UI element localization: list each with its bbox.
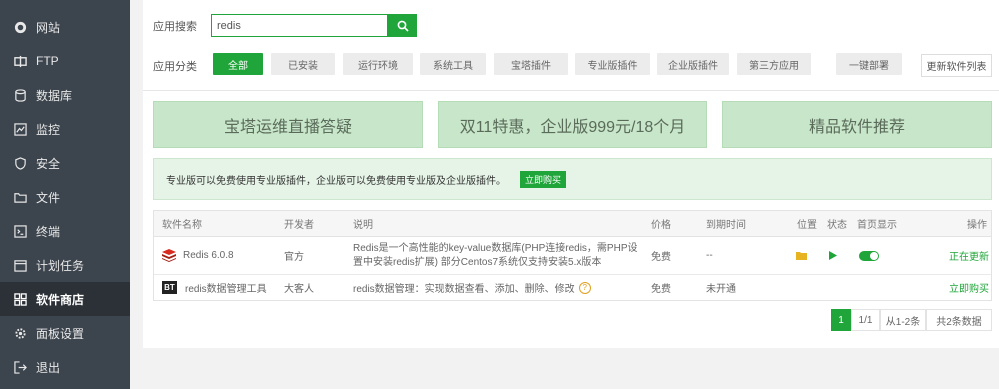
col-developer: 开发者	[284, 220, 314, 231]
buy-now-button[interactable]: 立即购买	[520, 170, 567, 188]
banner-live-qa[interactable]: 宝塔运维直播答疑	[153, 101, 423, 148]
sidebar-item-label: 面板设置	[36, 326, 85, 341]
software-name: Redis 6.0.8	[183, 250, 234, 261]
sidebar-item-label: 安全	[36, 156, 61, 171]
notice-text: 专业版可以免费使用专业版插件，企业版可以免费使用专业版及企业版插件。	[166, 175, 506, 187]
table-row: Redis 6.0.8 官方 Redis是一个高性能的key-value数据库(…	[154, 237, 991, 275]
software-developer: 官方	[284, 252, 304, 263]
monitor-icon	[13, 122, 27, 136]
sidebar-item-label: 退出	[36, 360, 61, 375]
pro-notice: 专业版可以免费使用专业版插件，企业版可以免费使用专业版及企业版插件。 立即购买	[153, 158, 992, 200]
software-developer: 大客人	[284, 284, 314, 295]
play-icon[interactable]	[829, 237, 837, 274]
col-name: 软件名称	[162, 220, 202, 231]
sidebar: 网站 FTP 数据库 监控 安全 文件 终端 计划任务 软件商店 面板设置 退出	[0, 0, 130, 389]
col-desc: 说明	[353, 220, 373, 231]
software-name: redis数据管理工具	[185, 284, 267, 295]
category-label: 应用分类	[153, 61, 197, 73]
sidebar-item-terminal[interactable]: 终端	[0, 214, 130, 248]
sidebar-item-label: 监控	[36, 122, 61, 137]
software-expire: 未开通	[706, 284, 736, 295]
sidebar-item-logout[interactable]: 退出	[0, 350, 130, 384]
divider	[143, 90, 999, 91]
col-expire: 到期时间	[706, 220, 746, 231]
sidebar-item-label: 数据库	[36, 88, 73, 103]
software-table: 软件名称 开发者 说明 价格 到期时间 位置 状态 首页显示 操作 Redis …	[153, 210, 992, 301]
sidebar-item-label: 文件	[36, 190, 61, 205]
category-enterprise-plugins[interactable]: 企业版插件	[657, 53, 729, 75]
table-header: 软件名称 开发者 说明 价格 到期时间 位置 状态 首页显示 操作	[154, 211, 991, 237]
search-label: 应用搜索	[153, 21, 197, 33]
col-location: 位置	[797, 220, 817, 231]
main-content: 应用搜索 应用分类 全部 已安装 运行环境 系统工具 宝塔插件 专业版插件 企业…	[143, 0, 999, 348]
category-installed[interactable]: 已安装	[271, 53, 335, 75]
sidebar-item-label: 计划任务	[36, 258, 85, 273]
update-software-list-button[interactable]: 更新软件列表	[921, 54, 992, 77]
sidebar-item-cron[interactable]: 计划任务	[0, 248, 130, 282]
software-expire: --	[706, 250, 713, 261]
folder-location-icon[interactable]	[796, 237, 807, 274]
globe-icon	[13, 20, 27, 34]
col-price: 价格	[651, 220, 671, 231]
sidebar-item-database[interactable]: 数据库	[0, 78, 130, 112]
sidebar-item-label: 终端	[36, 224, 61, 239]
col-operation: 操作	[967, 220, 987, 231]
software-price: 免费	[651, 252, 671, 263]
sidebar-item-ftp[interactable]: FTP	[0, 44, 130, 78]
software-price: 免费	[651, 284, 671, 295]
pagination-total: 共2条数据	[926, 309, 992, 331]
col-status: 状态	[827, 220, 847, 231]
banner-double11-promo[interactable]: 双11特惠，企业版999元/18个月	[438, 101, 707, 148]
terminal-icon	[13, 224, 27, 238]
table-row: BT redis数据管理工具 大客人 redis数据管理：实现数据查看、添加、删…	[154, 275, 991, 300]
search-input[interactable]	[211, 14, 388, 37]
software-desc: redis数据管理：实现数据查看、添加、删除、修改	[353, 284, 575, 295]
sidebar-item-settings[interactable]: 面板设置	[0, 316, 130, 350]
homepage-toggle[interactable]	[859, 250, 879, 261]
category-bt-plugins[interactable]: 宝塔插件	[494, 53, 568, 75]
category-system-tools[interactable]: 系统工具	[420, 53, 486, 75]
category-pro-plugins[interactable]: 专业版插件	[575, 53, 650, 75]
pagination-range: 从1-2条	[880, 309, 926, 331]
pagination-current-page[interactable]: 1	[831, 309, 851, 331]
category-runtime[interactable]: 运行环境	[343, 53, 413, 75]
redis-icon	[162, 249, 176, 262]
sidebar-item-label: 网站	[36, 20, 61, 35]
help-icon[interactable]: ?	[578, 281, 591, 294]
updating-link[interactable]: 正在更新	[949, 237, 989, 274]
calendar-icon	[13, 258, 27, 272]
pagination-page-info: 1/1	[851, 309, 880, 331]
sidebar-item-website[interactable]: 网站	[0, 10, 130, 44]
sidebar-item-monitor[interactable]: 监控	[0, 112, 130, 146]
sidebar-item-label: FTP	[36, 54, 59, 68]
category-all[interactable]: 全部	[213, 53, 263, 75]
category-one-click-deploy[interactable]: 一键部署	[836, 53, 902, 75]
search-button[interactable]	[388, 14, 417, 37]
banner-featured-software[interactable]: 精品软件推荐	[722, 101, 992, 148]
shield-icon	[13, 156, 27, 170]
category-third-party[interactable]: 第三方应用	[737, 53, 811, 75]
search-icon	[397, 20, 409, 32]
gear-icon	[13, 326, 27, 340]
sidebar-item-label: 软件商店	[36, 292, 85, 307]
buy-now-link[interactable]: 立即购买	[949, 275, 989, 300]
sidebar-item-store[interactable]: 软件商店	[0, 282, 130, 316]
sidebar-item-security[interactable]: 安全	[0, 146, 130, 180]
folder-icon	[13, 190, 27, 204]
bt-logo-icon: BT	[162, 281, 177, 294]
ftp-icon	[13, 54, 27, 68]
database-icon	[13, 88, 27, 102]
software-desc: Redis是一个高性能的key-value数据库(PHP连接redis，需PHP…	[353, 242, 638, 268]
logout-icon	[13, 360, 27, 374]
sidebar-item-files[interactable]: 文件	[0, 180, 130, 214]
grid-icon	[13, 292, 27, 306]
col-homepage: 首页显示	[857, 220, 897, 231]
